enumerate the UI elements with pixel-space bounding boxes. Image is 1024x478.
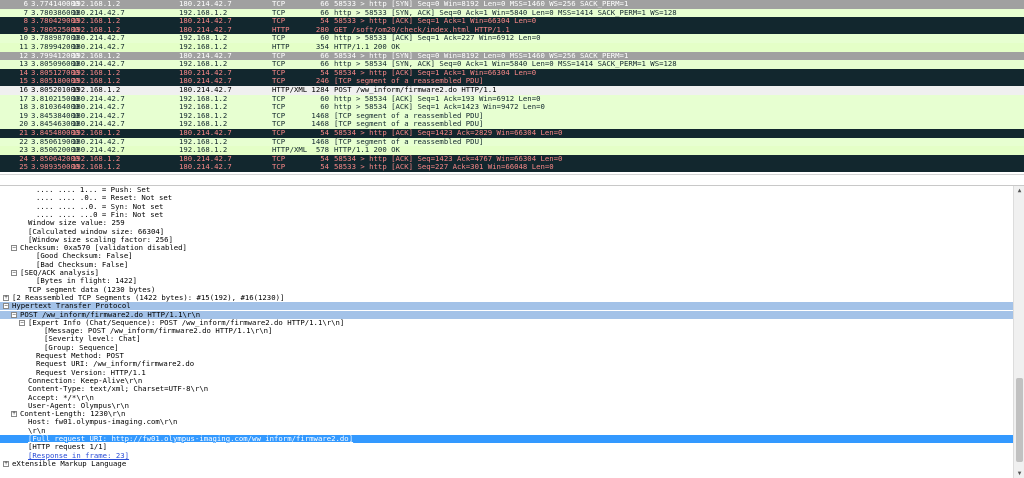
detail-tree-item[interactable]: [Good Checksum: False] (0, 252, 1013, 261)
collapse-icon[interactable]: − (19, 319, 25, 326)
packet-row[interactable]: 8 3.780429000 192.168.1.2 180.214.42.7 TCP 54… (0, 17, 1024, 26)
scroll-down-arrow-icon[interactable]: ▼ (1016, 470, 1023, 477)
packet-info: 58533 > http [ACK] Seq=227 Ack=301 Win=6… (334, 162, 554, 172)
scroll-up-arrow-icon[interactable]: ▲ (1016, 187, 1023, 194)
detail-tree-item[interactable]: [Full request URI: http://fw01.olympus-i… (0, 434, 1013, 444)
detail-tree-item[interactable]: Accept: */*\r\n (0, 393, 1013, 402)
scrollbar-thumb[interactable] (1016, 378, 1023, 462)
detail-tree-item[interactable]: [Response in frame: 23] (0, 451, 1013, 460)
packet-row[interactable]: 14 3.805127000 192.168.1.2 180.214.42.7 TCP 5… (0, 68, 1024, 78)
details-scrollbar[interactable]: ▲ ▼ (1013, 186, 1024, 478)
detail-text: eXtensible Markup Language (12, 458, 127, 468)
packet-list[interactable]: 6 3.774140000 192.168.1.2 180.214.42.7 TCP 66… (0, 0, 1024, 174)
pane-splitter[interactable] (0, 174, 1024, 186)
detail-tree-item[interactable]: Host: fw01.olympus-imaging.com\r\n (0, 417, 1013, 427)
packet-row[interactable]: 21 3.845480000 192.168.1.2 180.214.42.7 TCP 5… (0, 128, 1024, 138)
packet-details-tree[interactable]: .... .... 1... = Push: Set.... .... .0..… (0, 186, 1013, 478)
packet-protocol: TCP (272, 162, 286, 172)
detail-tree-item[interactable]: [HTTP request 1/1] (0, 442, 1013, 451)
packet-source: 192.168.1.2 (72, 162, 121, 172)
detail-tree-item[interactable]: − [SEQ/ACK analysis] (0, 268, 1013, 277)
detail-tree-item[interactable]: [Bad Checksum: False] (0, 260, 1013, 269)
packet-row[interactable]: 18 3.810364000 180.214.42.7 192.168.1.2 TCP 6… (0, 103, 1024, 112)
collapse-icon[interactable]: − (11, 311, 17, 318)
expand-icon[interactable]: + (11, 411, 17, 418)
detail-tree-item[interactable]: Request Version: HTTP/1.1 (0, 368, 1013, 377)
collapse-icon[interactable]: − (3, 303, 9, 310)
detail-tree-item[interactable]: [Group: Sequence] (0, 343, 1013, 352)
detail-tree-item[interactable]: User-Agent: Olympus\r\n (0, 401, 1013, 410)
detail-tree-item[interactable]: Request URI: /ww_inform/firmware2.do (0, 359, 1013, 368)
detail-tree-item[interactable]: [Severity level: Chat] (0, 335, 1013, 344)
expand-icon[interactable]: + (3, 294, 9, 301)
detail-tree-item[interactable]: + eXtensible Markup Language (0, 458, 1013, 468)
packet-row[interactable]: 19 3.845384000 180.214.42.7 192.168.1.2 TCP 1… (0, 111, 1024, 121)
detail-text: Host: fw01.olympus-imaging.com\r\n (28, 417, 178, 427)
packet-destination: 180.214.42.7 (179, 162, 232, 172)
packet-number: 25 (19, 162, 28, 172)
expand-icon[interactable]: + (3, 460, 9, 467)
collapse-icon[interactable]: − (11, 245, 17, 252)
detail-tree-item[interactable]: .... .... ...0 = Fin: Not set (0, 210, 1013, 219)
collapse-icon[interactable]: − (11, 270, 17, 276)
detail-tree-item[interactable]: [Message: POST /ww_inform/firmware2.do H… (0, 326, 1013, 335)
detail-tree-item[interactable]: Content-Type: text/xml; Charset=UTF-8\r\… (0, 384, 1013, 393)
detail-tree-item[interactable]: − Checksum: 0xa570 [validation disabled] (0, 243, 1013, 252)
packet-row[interactable]: 10 3.788987000 180.214.42.7 192.168.1.2 TCP 6… (0, 34, 1024, 43)
packet-row[interactable]: 15 3.805180000 192.168.1.2 180.214.42.7 TCP 2… (0, 77, 1024, 86)
packet-row[interactable]: 22 3.850619000 180.214.42.7 192.168.1.2 TCP 1… (0, 137, 1024, 147)
packet-row[interactable]: 25 3.989350000 192.168.1.2 180.214.42.7 TCP 5… (0, 163, 1024, 172)
packet-length: 54 (320, 162, 329, 172)
detail-tree-item[interactable]: + [2 Reassembled TCP Segments (1422 bytes… (0, 293, 1013, 302)
